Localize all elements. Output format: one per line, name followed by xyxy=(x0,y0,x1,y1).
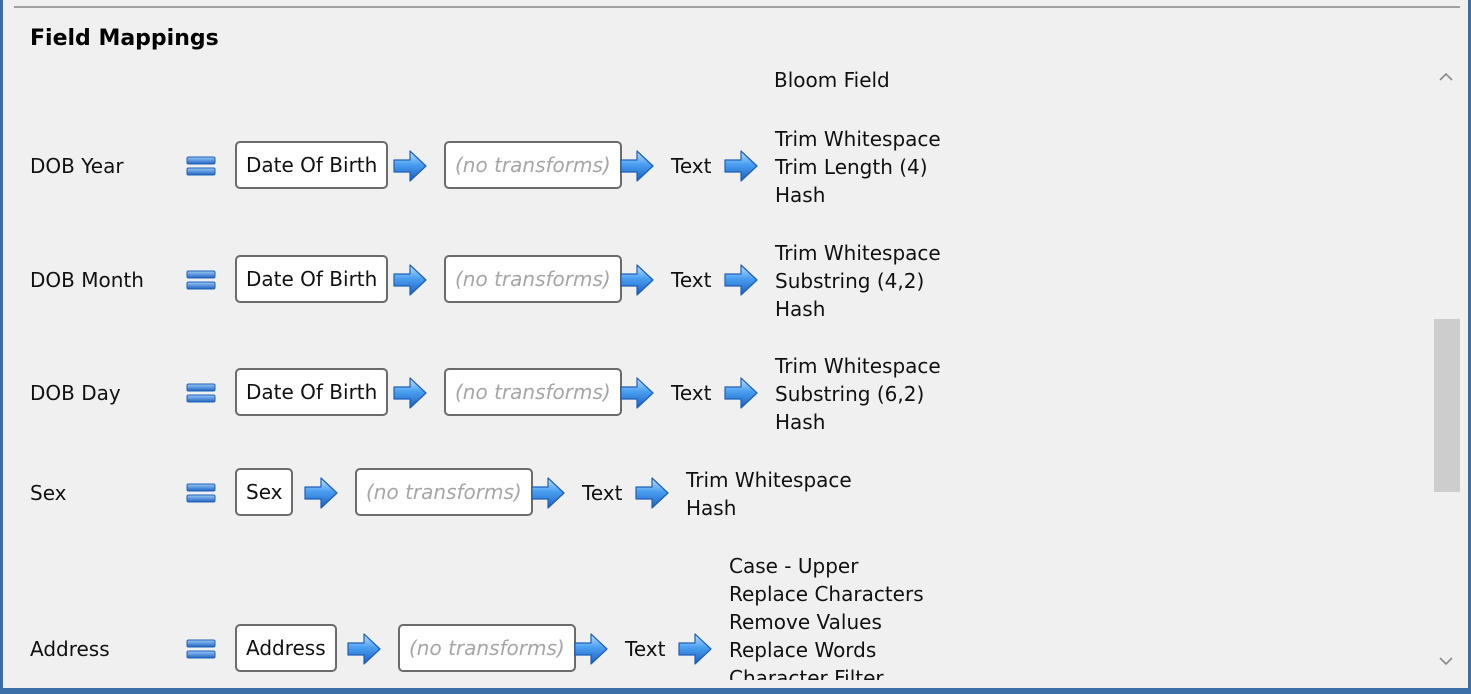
transforms-box[interactable]: (no transforms) xyxy=(444,368,622,416)
bloom-step: Substring (4,2) xyxy=(775,269,925,293)
field-label: DOB Day xyxy=(30,381,121,405)
bloom-step: Remove Values xyxy=(729,610,882,634)
arrow-right-icon xyxy=(303,476,339,510)
top-divider xyxy=(14,6,1460,8)
arrow-right-icon xyxy=(634,476,670,510)
bloom-step: Trim Length (4) xyxy=(775,155,928,179)
type-label: Text xyxy=(671,268,712,292)
bloom-step: Character Filter xyxy=(729,666,884,680)
bloom-step: Hash xyxy=(775,297,826,321)
field-label: Sex xyxy=(30,481,67,505)
type-label: Text xyxy=(671,154,712,178)
bloom-steps-list: Case - Upper Replace Characters Remove V… xyxy=(729,552,924,680)
arrow-right-icon xyxy=(392,149,428,183)
transforms-box[interactable]: (no transforms) xyxy=(444,141,622,189)
bloom-step: Trim Whitespace xyxy=(775,354,941,378)
equals-icon xyxy=(186,268,216,292)
transforms-box[interactable]: (no transforms) xyxy=(444,255,622,303)
arrow-right-icon xyxy=(619,376,655,410)
transforms-box[interactable]: (no transforms) xyxy=(355,468,533,516)
bloom-step: Substring (6,2) xyxy=(775,382,925,406)
bloom-step: Trim Whitespace xyxy=(686,468,852,492)
source-field-box[interactable]: Date Of Birth xyxy=(235,255,389,303)
source-field-box[interactable]: Date Of Birth xyxy=(235,141,389,189)
bloom-steps-list: Trim Whitespace Hash xyxy=(686,466,852,522)
type-label: Text xyxy=(582,481,623,505)
scrollbar-thumb[interactable] xyxy=(1434,319,1460,492)
arrow-right-icon xyxy=(392,376,428,410)
bloom-step: Replace Words xyxy=(729,638,877,662)
source-field-box[interactable]: Sex xyxy=(235,468,294,516)
arrow-right-icon xyxy=(392,263,428,297)
bloom-step: Trim Whitespace xyxy=(775,241,941,265)
arrow-right-icon xyxy=(346,632,382,666)
equals-icon xyxy=(186,381,216,405)
field-label: DOB Month xyxy=(30,268,144,292)
transforms-box[interactable]: (no transforms) xyxy=(398,624,576,672)
bloom-step: Hash xyxy=(775,410,826,434)
type-label: Text xyxy=(625,637,666,661)
chevron-down-icon[interactable] xyxy=(1437,652,1455,670)
bloom-step: Replace Characters xyxy=(729,582,924,606)
arrow-right-icon xyxy=(677,632,713,666)
arrow-right-icon xyxy=(619,149,655,183)
source-field-box[interactable]: Date Of Birth xyxy=(235,368,389,416)
field-mappings-panel: Field Mappings Bloom Field DOB Year Date… xyxy=(0,0,1471,694)
bloom-steps-list: Trim Whitespace Substring (4,2) Hash xyxy=(775,239,941,323)
arrow-right-icon xyxy=(530,476,566,510)
field-label: Address xyxy=(30,637,110,661)
arrow-right-icon xyxy=(723,149,759,183)
arrow-right-icon xyxy=(573,632,609,666)
arrow-right-icon xyxy=(723,263,759,297)
equals-icon xyxy=(186,154,216,178)
arrow-right-icon xyxy=(619,263,655,297)
bloom-steps-list: Trim Whitespace Trim Length (4) Hash xyxy=(775,125,941,209)
equals-icon xyxy=(186,481,216,505)
bloom-step: Trim Whitespace xyxy=(775,127,941,151)
mappings-scroll-area: Bloom Field DOB Year Date Of Birth (no t… xyxy=(3,60,1431,680)
field-label: DOB Year xyxy=(30,154,124,178)
section-title: Field Mappings xyxy=(30,26,219,51)
column-header-bloom-field: Bloom Field xyxy=(774,68,890,92)
chevron-up-icon[interactable] xyxy=(1437,68,1455,86)
bloom-step: Hash xyxy=(775,183,826,207)
type-label: Text xyxy=(671,381,712,405)
source-field-box[interactable]: Address xyxy=(235,624,337,672)
arrow-right-icon xyxy=(723,376,759,410)
equals-icon xyxy=(186,637,216,661)
bloom-step: Hash xyxy=(686,496,737,520)
bloom-step: Case - Upper xyxy=(729,554,859,578)
bloom-steps-list: Trim Whitespace Substring (6,2) Hash xyxy=(775,352,941,436)
